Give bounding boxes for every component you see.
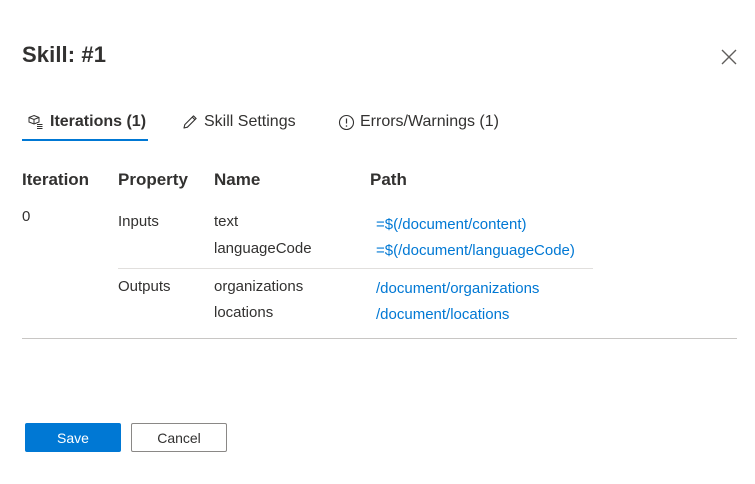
input-name: languageCode [214,240,312,257]
row-divider [118,268,593,269]
input-path-link[interactable]: =$(/document/content) [376,216,527,233]
table-divider [22,338,737,339]
close-icon [721,49,737,65]
tab-iterations-label: Iterations (1) [50,113,147,130]
tab-errors-warnings[interactable]: Errors/Warnings (1) [336,104,499,140]
output-name: locations [214,304,274,321]
info-circle-icon [336,112,356,132]
close-button[interactable] [718,46,740,68]
cube-stack-icon [26,112,46,132]
tab-skill-settings-label: Skill Settings [204,113,296,130]
cancel-button[interactable]: Cancel [131,423,227,452]
header-property: Property [118,170,188,189]
input-path-link[interactable]: =$(/document/languageCode) [376,242,575,259]
output-name: organizations [214,278,304,295]
tab-bar: Iterations (1) Skill Settings Errors/War… [22,104,742,142]
iteration-number: 0 [22,208,31,225]
output-path-link[interactable]: /document/organizations [376,280,539,297]
save-button[interactable]: Save [25,423,121,452]
tab-iterations[interactable]: Iterations (1) [26,104,146,140]
header-path: Path [370,170,407,189]
dialog-title: Skill: #1 [22,42,107,67]
property-outputs: Outputs [118,278,171,295]
output-path-link[interactable]: /document/locations [376,306,509,323]
tab-skill-settings[interactable]: Skill Settings [180,104,296,140]
header-iteration: Iteration [22,170,90,189]
input-name: text [214,213,239,230]
tab-errors-warnings-label: Errors/Warnings (1) [360,113,499,130]
pencil-icon [180,112,200,132]
property-inputs: Inputs [118,213,159,230]
header-name: Name [214,170,261,189]
active-tab-indicator [22,139,148,141]
